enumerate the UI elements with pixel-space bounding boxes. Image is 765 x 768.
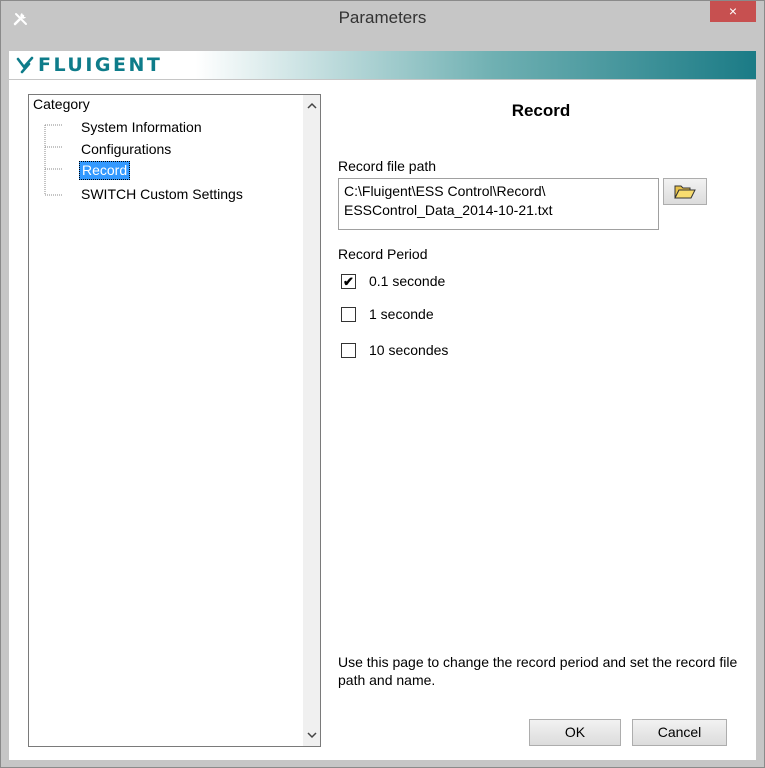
period-option-0-1-second[interactable]: ✔ 0.1 seconde: [341, 271, 445, 291]
page-title: Record: [511, 101, 571, 120]
fluigent-logo: FLUIGENT: [15, 53, 162, 77]
checkbox-0-1-second[interactable]: ✔: [341, 273, 356, 289]
chevron-up-icon: [306, 102, 317, 109]
tree-item-system-information[interactable]: System Information: [79, 119, 204, 136]
checkbox-10-seconds[interactable]: [341, 342, 356, 358]
period-option-1-second[interactable]: 1 seconde: [341, 304, 434, 324]
record-period-label: Record Period: [338, 246, 428, 262]
window-title: Parameters: [338, 8, 427, 27]
browse-folder-button[interactable]: [663, 178, 707, 205]
period-label-10-seconds: 10 secondes: [369, 342, 449, 358]
title-bar[interactable]: Parameters ×: [1, 1, 764, 37]
period-label-1-second: 1 seconde: [369, 306, 434, 322]
period-label-0-1-second: 0.1 seconde: [369, 273, 446, 289]
ok-button[interactable]: OK: [529, 719, 621, 746]
tree-item-record[interactable]: Record: [79, 161, 131, 180]
page-description: Use this page to change the record perio…: [338, 654, 738, 688]
fluigent-logo-icon: [16, 56, 34, 74]
record-path-label: Record file path: [338, 158, 437, 174]
chevron-down-icon: [306, 732, 317, 739]
close-icon: ×: [728, 3, 738, 19]
folder-open-icon: [674, 185, 696, 198]
scroll-up-arrow[interactable]: [303, 97, 320, 114]
record-path-line-2: ESSControl_Data_2014-10-21.txt: [344, 202, 553, 218]
period-option-10-seconds[interactable]: 10 secondes: [341, 340, 448, 360]
parameters-window: Parameters × FLUIGENT Category System In…: [0, 0, 765, 768]
cancel-button[interactable]: Cancel: [632, 719, 727, 746]
scroll-down-arrow[interactable]: [303, 727, 320, 744]
tree-item-configurations[interactable]: Configurations: [79, 141, 173, 158]
close-button[interactable]: ×: [710, 1, 756, 22]
brand-banner: FLUIGENT: [9, 51, 756, 79]
tree-item-switch-custom-settings[interactable]: SWITCH Custom Settings: [79, 186, 245, 203]
record-path-line-1: C:\Fluigent\ESS Control\Record\: [344, 183, 546, 199]
logo-text: FLUIGENT: [38, 54, 163, 76]
record-path-field[interactable]: C:\Fluigent\ESS Control\Record\ ESSContr…: [338, 178, 659, 230]
checkmark-icon: ✔: [343, 273, 354, 289]
tree-scrollbar[interactable]: [303, 95, 320, 746]
category-tree[interactable]: Category System Information Configuratio…: [28, 94, 321, 747]
checkbox-1-second[interactable]: [341, 306, 356, 322]
